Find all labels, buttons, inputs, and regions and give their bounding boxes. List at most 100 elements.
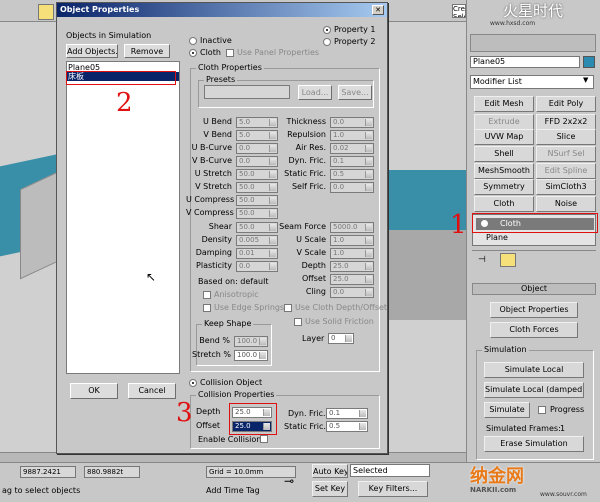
- viewport-object-right-2[interactable]: [388, 230, 466, 320]
- mod-extrude[interactable]: Extrude: [474, 114, 534, 130]
- property2-radio[interactable]: [323, 38, 331, 46]
- auto-key-button[interactable]: Auto Key: [312, 464, 348, 478]
- param-repulsion[interactable]: 1.0: [330, 130, 374, 141]
- annotation-number-1: 1: [450, 210, 467, 240]
- mod-shell[interactable]: Shell: [474, 146, 534, 162]
- based-on-label: Based on: default: [198, 277, 269, 286]
- mod-edit-spline[interactable]: Edit Spline: [536, 163, 596, 179]
- mod-meshsmooth[interactable]: MeshSmooth: [474, 163, 534, 179]
- stack-item-plane[interactable]: Plane: [486, 233, 508, 242]
- remove-button[interactable]: Remove: [124, 44, 170, 58]
- status-prompt: ag to select objects: [2, 486, 81, 495]
- mod-cloth[interactable]: Cloth: [474, 196, 534, 212]
- param-dyn-fric[interactable]: 0.1: [330, 156, 374, 167]
- cancel-button[interactable]: Cancel: [128, 383, 176, 399]
- param-cling[interactable]: 0.0: [330, 287, 374, 298]
- add-objects-button[interactable]: Add Objects...: [66, 44, 118, 58]
- object-properties-button[interactable]: Object Properties: [490, 302, 578, 318]
- collision-object-radio[interactable]: [189, 379, 197, 387]
- param-u-b-curve[interactable]: 0.0: [236, 143, 278, 154]
- object-name-field[interactable]: Plane05: [470, 56, 580, 68]
- viewport-bed-object[interactable]: [20, 170, 60, 280]
- use-cloth-depth-checkbox[interactable]: [284, 304, 292, 312]
- simulate-local-button[interactable]: Simulate Local: [484, 362, 584, 378]
- param-v-b-curve[interactable]: 0.0: [236, 156, 278, 167]
- mod-nsurf-sel[interactable]: NSurf Sel: [536, 146, 596, 162]
- param-u-scale[interactable]: 1.0: [330, 235, 374, 246]
- param-air-res[interactable]: 0.02: [330, 143, 374, 154]
- use-panel-properties-checkbox[interactable]: [226, 49, 234, 57]
- enable-collisions-checkbox[interactable]: [260, 435, 268, 443]
- x-coord-field[interactable]: 9887.2421: [20, 466, 76, 478]
- selected-dropdown[interactable]: Selected: [350, 464, 430, 477]
- param-thickness[interactable]: 0.0: [330, 117, 374, 128]
- param-v-bend[interactable]: 5.0: [236, 130, 278, 141]
- param-v-scale[interactable]: 1.0: [330, 248, 374, 259]
- dialog-titlebar[interactable]: Object Properties: [57, 3, 387, 17]
- mod-slice[interactable]: Slice: [536, 129, 596, 145]
- param-self-fric[interactable]: 0.0: [330, 182, 374, 193]
- simulate-button[interactable]: Simulate: [484, 402, 530, 418]
- pin-icon[interactable]: ⊣: [478, 255, 486, 265]
- chevron-down-icon[interactable]: ▼: [583, 76, 588, 84]
- bend-pct-spinner[interactable]: 100.0: [234, 336, 268, 347]
- object-color-swatch[interactable]: [583, 56, 595, 68]
- layer-spinner[interactable]: 0: [328, 333, 354, 344]
- set-key-button[interactable]: Set Key: [312, 481, 348, 497]
- param-v-stretch[interactable]: 50.0: [236, 182, 278, 193]
- use-edge-springs-checkbox[interactable]: [203, 304, 211, 312]
- col-dyn-fric-spinner[interactable]: 0.1: [326, 408, 368, 419]
- param-u-bend[interactable]: 5.0: [236, 117, 278, 128]
- param-shear[interactable]: 50.0: [236, 222, 278, 233]
- load-button[interactable]: Load...: [298, 85, 332, 100]
- mod-simcloth3[interactable]: SimCloth3: [536, 179, 596, 195]
- simulate-local-damped-button[interactable]: Simulate Local (damped): [484, 382, 584, 398]
- ok-button[interactable]: OK: [70, 383, 118, 399]
- param-static-fric[interactable]: 0.5: [330, 169, 374, 180]
- mod-uvw-map[interactable]: UVW Map: [474, 129, 534, 145]
- close-icon[interactable]: ✕: [372, 5, 384, 15]
- property1-label: Property 1: [334, 25, 376, 34]
- param-plasticity[interactable]: 0.0: [236, 261, 278, 272]
- select-cursor-icon[interactable]: [38, 4, 54, 20]
- param-u-compress[interactable]: 50.0: [236, 195, 278, 206]
- mod-symmetry[interactable]: Symmetry: [474, 179, 534, 195]
- key-filters-button[interactable]: Key Filters...: [358, 481, 428, 497]
- mod-noise[interactable]: Noise: [536, 196, 596, 212]
- panel-tabs[interactable]: [470, 34, 596, 52]
- inactive-radio[interactable]: [189, 37, 197, 45]
- erase-simulation-button[interactable]: Erase Simulation: [484, 436, 584, 452]
- object-rollout-header[interactable]: Object: [472, 283, 596, 295]
- property1-radio[interactable]: [323, 26, 331, 34]
- param-label: V Bend: [203, 130, 232, 139]
- param-u-stretch[interactable]: 50.0: [236, 169, 278, 180]
- grid-readout: Grid = 10.0mm: [206, 466, 296, 478]
- key-icon[interactable]: ⊸: [284, 474, 294, 488]
- mod-edit-poly[interactable]: Edit Poly: [536, 96, 596, 112]
- mod-edit-mesh[interactable]: Edit Mesh: [474, 96, 534, 112]
- use-solid-friction-checkbox[interactable]: [294, 318, 302, 326]
- param-depth[interactable]: 25.0: [330, 261, 374, 272]
- y-coord-field[interactable]: 880.9882t: [84, 466, 140, 478]
- stretch-pct-spinner[interactable]: 100.0: [234, 350, 268, 361]
- presets-dropdown[interactable]: [204, 85, 290, 99]
- cloth-radio[interactable]: [189, 49, 197, 57]
- add-time-tag[interactable]: Add Time Tag: [206, 486, 260, 495]
- cloth-forces-button[interactable]: Cloth Forces: [490, 322, 578, 338]
- collision-object-label: Collision Object: [200, 378, 263, 387]
- show-end-result-icon[interactable]: [500, 253, 516, 267]
- create-selection-dropdown[interactable]: Create Selection Se: [452, 4, 466, 18]
- param-damping[interactable]: 0.01: [236, 248, 278, 259]
- col-static-fric-spinner[interactable]: 0.5: [326, 421, 368, 432]
- anisotropic-checkbox[interactable]: [203, 291, 211, 299]
- param-label: Damping: [195, 248, 232, 257]
- param-offset[interactable]: 25.0: [330, 274, 374, 285]
- param-v-compress[interactable]: 50.0: [236, 208, 278, 219]
- save-button[interactable]: Save...: [338, 85, 372, 100]
- modifier-list-dropdown[interactable]: Modifier List: [470, 75, 594, 89]
- param-density[interactable]: 0.005: [236, 235, 278, 246]
- mod-ffd[interactable]: FFD 2x2x2: [536, 114, 596, 130]
- progress-checkbox[interactable]: [538, 406, 546, 414]
- stack-toolbar[interactable]: [472, 250, 596, 268]
- param-seam-force[interactable]: 5000.0: [330, 222, 374, 233]
